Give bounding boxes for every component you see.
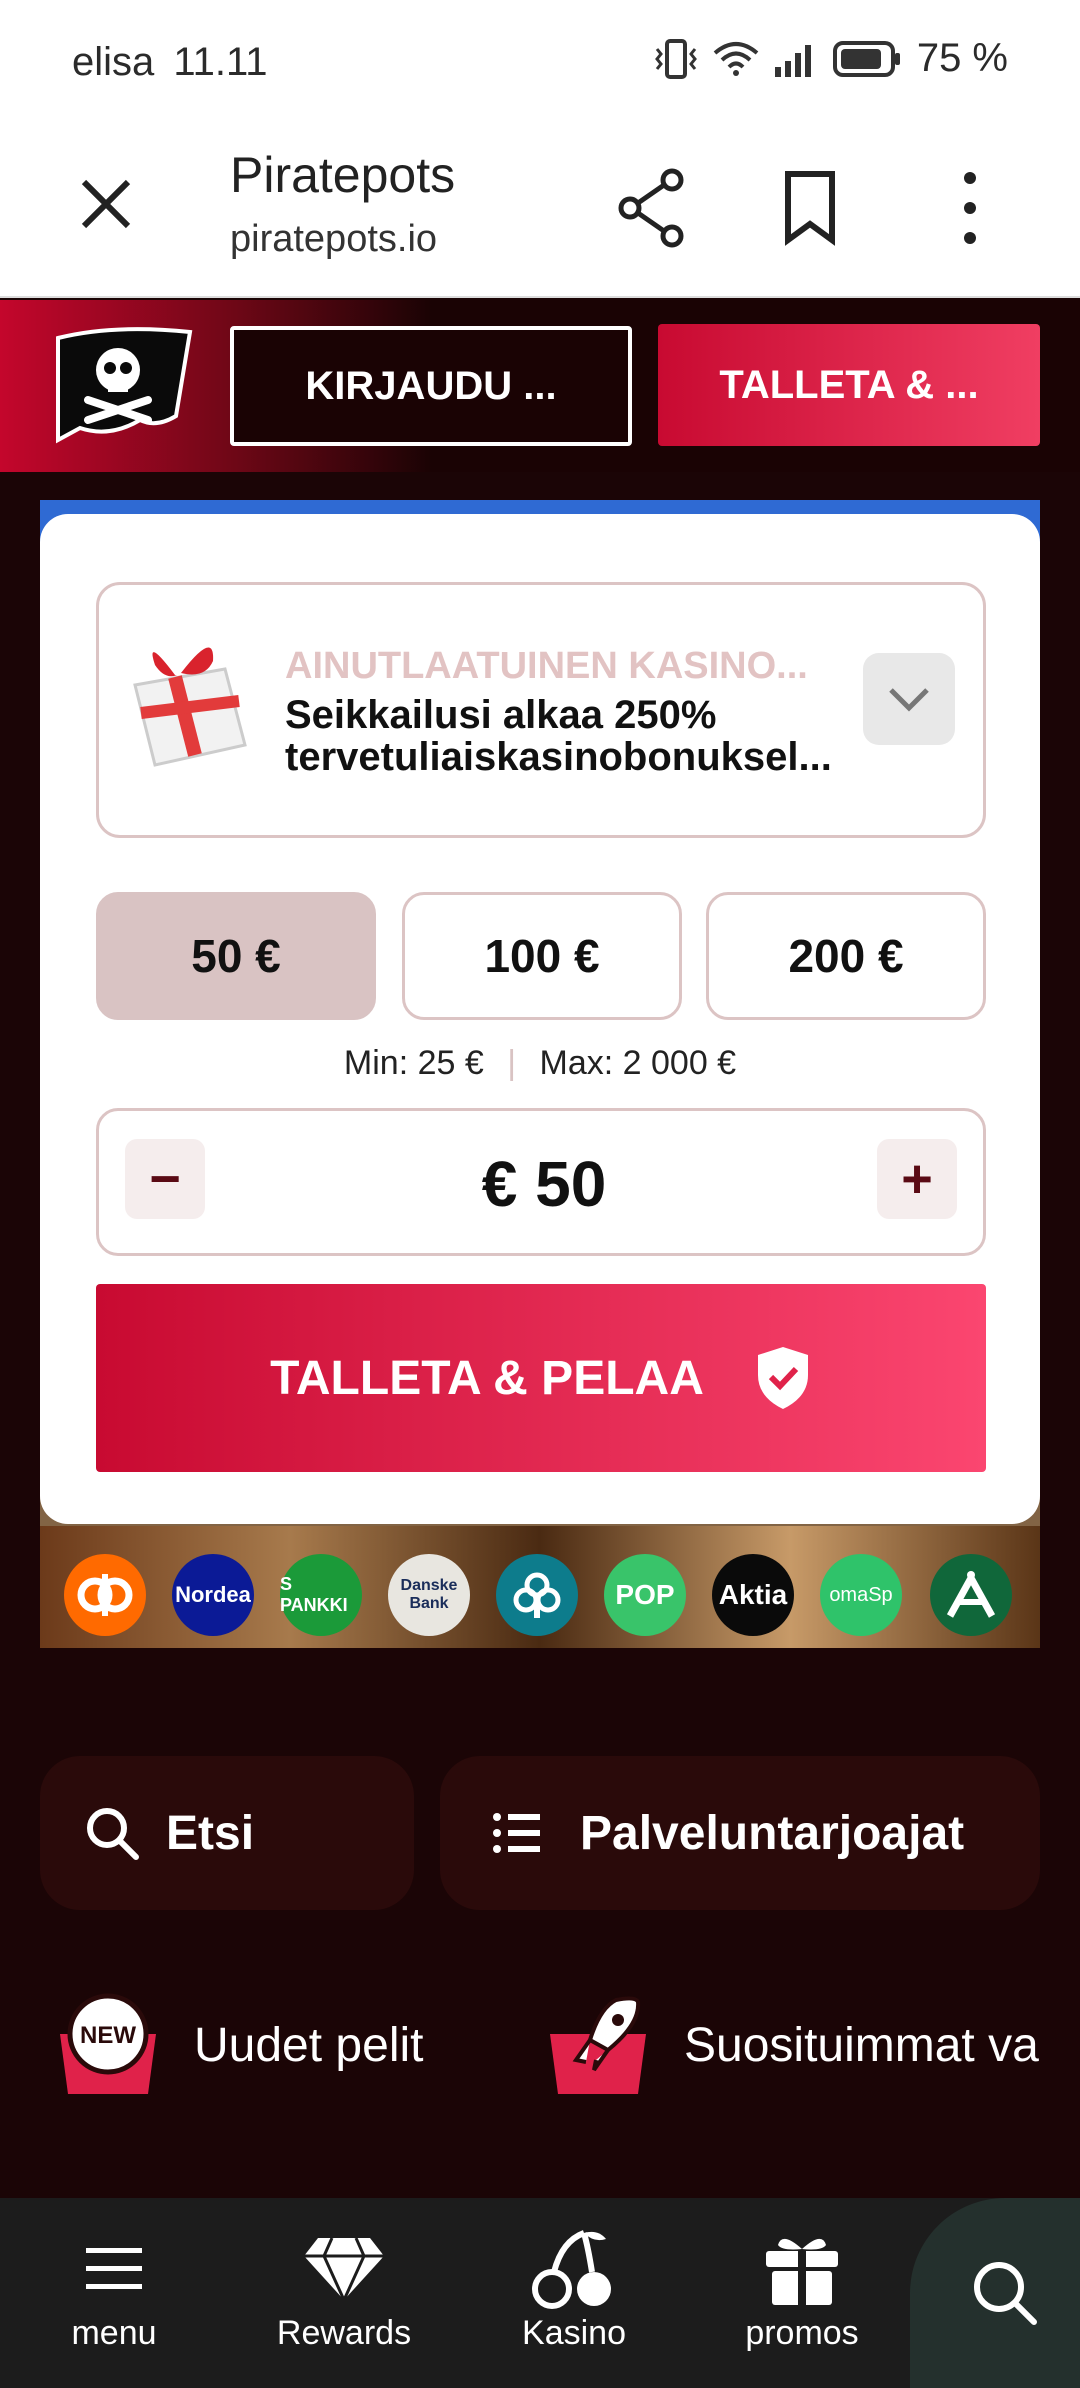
battery-icon xyxy=(832,40,900,77)
deposit-card: AINUTLAATUINEN KASINO... Seikkailusi alk… xyxy=(40,514,1040,1524)
cherries-icon xyxy=(532,2230,611,2309)
search-fab-button[interactable] xyxy=(910,2198,1080,2388)
bookmark-button[interactable] xyxy=(780,168,840,253)
svg-text:NEW: NEW xyxy=(80,2022,136,2049)
hamburger-icon xyxy=(86,2248,142,2289)
nav-menu-label: menu xyxy=(71,2314,157,2352)
site-header: KIRJAUDU ... TALLETA & ... xyxy=(0,300,1080,472)
wifi-icon xyxy=(713,41,759,76)
more-vert-icon xyxy=(964,172,976,244)
deposit-limits: Min: 25 € | Max: 2 000 € xyxy=(40,1044,1040,1083)
deposit-play-button[interactable]: TALLETA & PELAA xyxy=(96,1284,986,1472)
search-icon xyxy=(974,2262,1037,2325)
bottom-nav: menu Rewards Kasino promos xyxy=(0,2198,1080,2388)
saastopankki-logo xyxy=(496,1554,578,1636)
status-bar: elisa 11.11 75 % xyxy=(0,0,1080,126)
chevron-down-icon xyxy=(889,688,929,712)
browser-toolbar: Piratepots piratepots.io xyxy=(0,126,1080,298)
bookmark-icon xyxy=(785,171,835,246)
category-new-games[interactable]: NEW Uudet pelit xyxy=(56,1990,423,2100)
nav-promos[interactable]: promos xyxy=(712,2224,892,2353)
bonus-kicker: AINUTLAATUINEN KASINO... xyxy=(285,645,808,687)
search-icon xyxy=(87,1808,139,1860)
new-games-label: Uudet pelit xyxy=(194,2018,424,2072)
gift-box-icon xyxy=(766,2238,838,2307)
popular-label: Suosituimmat va xyxy=(684,2018,1039,2072)
increase-button[interactable]: + xyxy=(877,1139,957,1219)
gift-icon xyxy=(115,625,265,790)
pirate-flag-logo[interactable] xyxy=(44,320,194,455)
category-popular[interactable]: Suosituimmat va xyxy=(546,1990,1080,2100)
carrier-label: elisa xyxy=(72,40,155,84)
battery-percent: 75 % xyxy=(916,36,1008,80)
bonus-line-1: Seikkailusi alkaa 250% xyxy=(285,693,717,737)
list-icon xyxy=(493,1813,540,1853)
payment-methods-strip: Nordea S PANKKI Danske Bank POP Aktia om… xyxy=(40,1526,1040,1648)
more-menu-button[interactable] xyxy=(950,168,990,253)
bonus-line-2: tervetuliaiskasinobonuksel... xyxy=(285,735,832,779)
new-badge-icon: NEW xyxy=(60,1993,156,2094)
limit-separator: | xyxy=(507,1044,517,1082)
nordea-logo: Nordea xyxy=(172,1554,254,1636)
carrier-time: elisa 11.11 xyxy=(72,40,268,85)
amount-option-100[interactable]: 100 € xyxy=(402,892,682,1020)
amount-value[interactable]: € 50 xyxy=(99,1147,989,1221)
nav-rewards[interactable]: Rewards xyxy=(254,2224,434,2353)
search-games-button[interactable]: Etsi xyxy=(40,1756,414,1910)
min-limit: Min: 25 € xyxy=(343,1044,484,1082)
close-tab-button[interactable] xyxy=(76,174,136,234)
nav-promos-label: promos xyxy=(745,2314,859,2352)
aktia-logo: Aktia xyxy=(712,1554,794,1636)
status-icons: 75 % xyxy=(653,36,1008,81)
alandsbanken-logo xyxy=(930,1554,1012,1636)
shield-check-icon xyxy=(757,1347,808,1409)
search-label: Etsi xyxy=(166,1806,255,1860)
amount-option-50[interactable]: 50 € xyxy=(96,892,376,1020)
nav-rewards-label: Rewards xyxy=(276,2314,412,2352)
share-icon xyxy=(618,168,684,248)
amount-option-200[interactable]: 200 € xyxy=(706,892,986,1020)
vibrate-icon xyxy=(654,38,697,79)
amount-stepper: € 50 − + xyxy=(96,1108,986,1256)
nav-menu[interactable]: menu xyxy=(24,2224,204,2353)
page-url: piratepots.io xyxy=(230,218,438,260)
rocket-icon xyxy=(550,1996,646,2094)
pop-pankki-logo: POP xyxy=(604,1554,686,1636)
op-bank-logo xyxy=(64,1554,146,1636)
deposit-play-label: TALLETA & PELAA xyxy=(270,1351,704,1405)
decrease-button[interactable]: − xyxy=(125,1139,205,1219)
nav-casino-label: Kasino xyxy=(522,2314,626,2352)
deposit-header-button[interactable]: TALLETA & ... xyxy=(658,324,1040,446)
providers-label: Palveluntarjoajat xyxy=(580,1806,965,1860)
signal-icon xyxy=(774,44,811,77)
s-pankki-logo: S PANKKI xyxy=(280,1554,362,1636)
omasp-logo: omaSp xyxy=(820,1554,902,1636)
bonus-selector[interactable]: AINUTLAATUINEN KASINO... Seikkailusi alk… xyxy=(96,582,986,838)
bonus-dropdown-button[interactable] xyxy=(863,653,955,745)
danske-bank-logo: Danske Bank xyxy=(388,1554,470,1636)
providers-button[interactable]: Palveluntarjoajat xyxy=(440,1756,1040,1910)
max-limit: Max: 2 000 € xyxy=(539,1044,737,1082)
page-title: Piratepots xyxy=(230,147,456,203)
close-icon xyxy=(81,179,131,229)
clock: 11.11 xyxy=(173,40,268,84)
share-button[interactable] xyxy=(616,168,688,253)
login-button[interactable]: KIRJAUDU ... xyxy=(230,326,632,446)
diamond-icon xyxy=(304,2237,384,2301)
nav-casino[interactable]: Kasino xyxy=(484,2224,664,2353)
